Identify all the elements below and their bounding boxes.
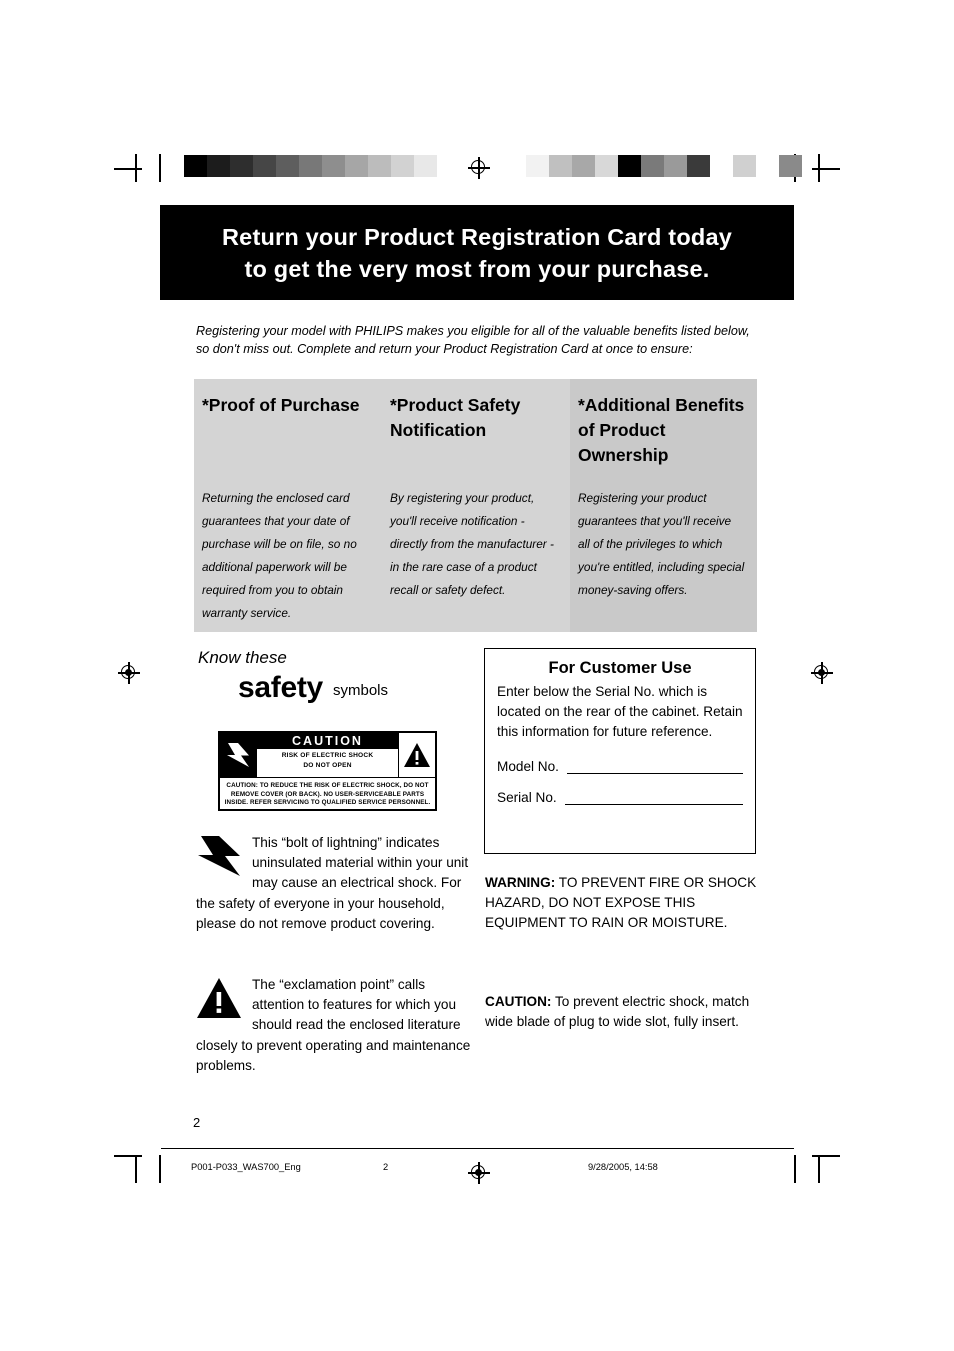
risk-line-1: RISK OF ELECTRIC SHOCK: [281, 752, 374, 759]
calibration-swatch: [687, 155, 710, 177]
calibration-swatch: [391, 155, 414, 177]
crop-mark-bottom-left-vertical: [135, 1155, 137, 1183]
crop-mark-bottom-right-vertical: [818, 1155, 820, 1183]
lightning-bolt-icon: [196, 835, 242, 883]
calibration-swatch: [733, 155, 756, 177]
for-customer-use-box: For Customer Use Enter below the Serial …: [484, 648, 756, 854]
calibration-swatch: [710, 155, 733, 177]
model-no-field[interactable]: Model No.: [497, 759, 743, 774]
caution-word: CAUTION: [257, 733, 398, 749]
model-no-input[interactable]: [566, 759, 743, 774]
exclamation-triangle-icon: [398, 733, 435, 777]
crop-mark-top-left-vertical: [135, 154, 137, 182]
calibration-swatch: [756, 155, 779, 177]
serial-no-field[interactable]: Serial No.: [497, 790, 743, 805]
greyscale-calibration-bar-right: [526, 155, 802, 177]
calibration-swatch: [664, 155, 687, 177]
caution-fine-line-1: CAUTION: TO REDUCE THE RISK OF ELECTRIC …: [226, 782, 429, 789]
page-number: 2: [193, 1115, 201, 1130]
greyscale-calibration-bar-left: [184, 155, 460, 177]
footer-divider: [161, 1148, 794, 1149]
crop-mark-top-left-horizontal: [114, 168, 142, 170]
warning-paragraph: WARNING: TO PREVENT FIRE OR SHOCK HAZARD…: [485, 873, 757, 934]
caution-fine-line-2: REMOVE COVER (OR BACK). NO USER-SERVICEA…: [230, 790, 425, 798]
calibration-swatch: [253, 155, 276, 177]
calibration-swatch: [549, 155, 572, 177]
calibration-swatch: [230, 155, 253, 177]
lightning-bolt-icon: [220, 733, 257, 777]
calibration-swatch: [322, 155, 345, 177]
benefits-column-additional-benefits: *Additional Benefits of Product Ownershi…: [570, 379, 757, 632]
risk-line-2: DO NOT OPEN: [303, 761, 352, 769]
caution-fine-print: CAUTION: TO REDUCE THE RISK OF ELECTRIC …: [220, 778, 435, 808]
exclamation-explanation-block: The “exclamation point” calls attention …: [196, 975, 474, 1076]
calibration-swatch: [526, 155, 549, 177]
calibration-swatch: [207, 155, 230, 177]
crop-mark-bottom-left-inner-vertical: [159, 1155, 161, 1183]
serial-no-label: Serial No.: [497, 789, 557, 805]
column-body: Registering your product guarantees that…: [578, 491, 745, 597]
benefits-column-product-safety-notification: *Product Safety Notification By register…: [382, 379, 570, 632]
registration-target-top: [468, 157, 490, 179]
footer-timestamp: 9/28/2005, 14:58: [588, 1162, 658, 1172]
banner-line-2: to get the very most from your purchase.: [244, 255, 710, 282]
registration-banner: Return your Product Registration Card to…: [160, 205, 794, 300]
exclamation-triangle-icon: [196, 977, 242, 1025]
calibration-swatch: [437, 155, 460, 177]
registration-target-right: [811, 662, 833, 684]
calibration-swatch: [779, 155, 802, 177]
column-heading: *Product Safety Notification: [390, 395, 521, 440]
calibration-swatch: [276, 155, 299, 177]
know-these-label: Know these: [198, 648, 287, 667]
banner-line-1: Return your Product Registration Card to…: [222, 223, 732, 250]
crop-mark-top-left-inner-vertical: [159, 154, 161, 182]
calibration-swatch: [299, 155, 322, 177]
calibration-swatch: [414, 155, 437, 177]
crop-mark-bottom-right-inner-vertical: [794, 1155, 796, 1183]
caution-label-top-row: CAUTION RISK OF ELECTRIC SHOCK DO NOT OP…: [220, 733, 435, 778]
column-heading: *Proof of Purchase: [202, 395, 360, 415]
benefits-column-proof-of-purchase: *Proof of Purchase Returning the enclose…: [194, 379, 382, 632]
warning-label: WARNING:: [485, 875, 556, 890]
registration-target-bottom: [468, 1162, 490, 1184]
column-body: Returning the enclosed card guarantees t…: [202, 491, 357, 620]
calibration-swatch: [368, 155, 391, 177]
crop-mark-top-right-vertical: [818, 154, 820, 182]
calibration-swatch: [595, 155, 618, 177]
caution-fine-line-3: INSIDE. REFER SERVICING TO QUALIFIED SER…: [224, 799, 431, 807]
registration-target-left: [118, 662, 140, 684]
symbols-word: symbols: [333, 682, 389, 699]
calibration-swatch: [184, 155, 207, 177]
crop-mark-top-right-horizontal: [812, 168, 840, 170]
customer-use-body: Enter below the Serial No. which is loca…: [497, 684, 743, 740]
column-body: By registering your product, you'll rece…: [390, 491, 554, 597]
calibration-swatch: [572, 155, 595, 177]
footer-page-number: 2: [383, 1162, 389, 1172]
crop-mark-bottom-left-horizontal: [114, 1155, 142, 1157]
caution-label: CAUTION:: [485, 994, 552, 1009]
calibration-swatch: [345, 155, 368, 177]
crop-mark-bottom-right-horizontal: [812, 1155, 840, 1157]
intro-paragraph: Registering your model with PHILIPS make…: [196, 324, 750, 356]
safety-word: safety: [238, 671, 323, 704]
model-no-label: Model No.: [497, 758, 559, 774]
calibration-swatch: [641, 155, 664, 177]
caution-label-center: CAUTION RISK OF ELECTRIC SHOCK DO NOT OP…: [257, 733, 398, 777]
caution-label-graphic: CAUTION RISK OF ELECTRIC SHOCK DO NOT OP…: [218, 731, 437, 811]
footer-filename: P001-P033_WAS700_Eng: [191, 1162, 301, 1172]
column-heading: *Additional Benefits of Product Ownershi…: [578, 395, 745, 465]
customer-use-title: For Customer Use: [548, 659, 692, 677]
benefits-panel: *Proof of Purchase Returning the enclose…: [194, 379, 757, 632]
bolt-explanation-block: This “bolt of lightning” indicates unins…: [196, 833, 474, 934]
calibration-swatch: [618, 155, 641, 177]
serial-no-input[interactable]: [564, 790, 743, 805]
caution-paragraph: CAUTION: To prevent electric shock, matc…: [485, 992, 757, 1032]
